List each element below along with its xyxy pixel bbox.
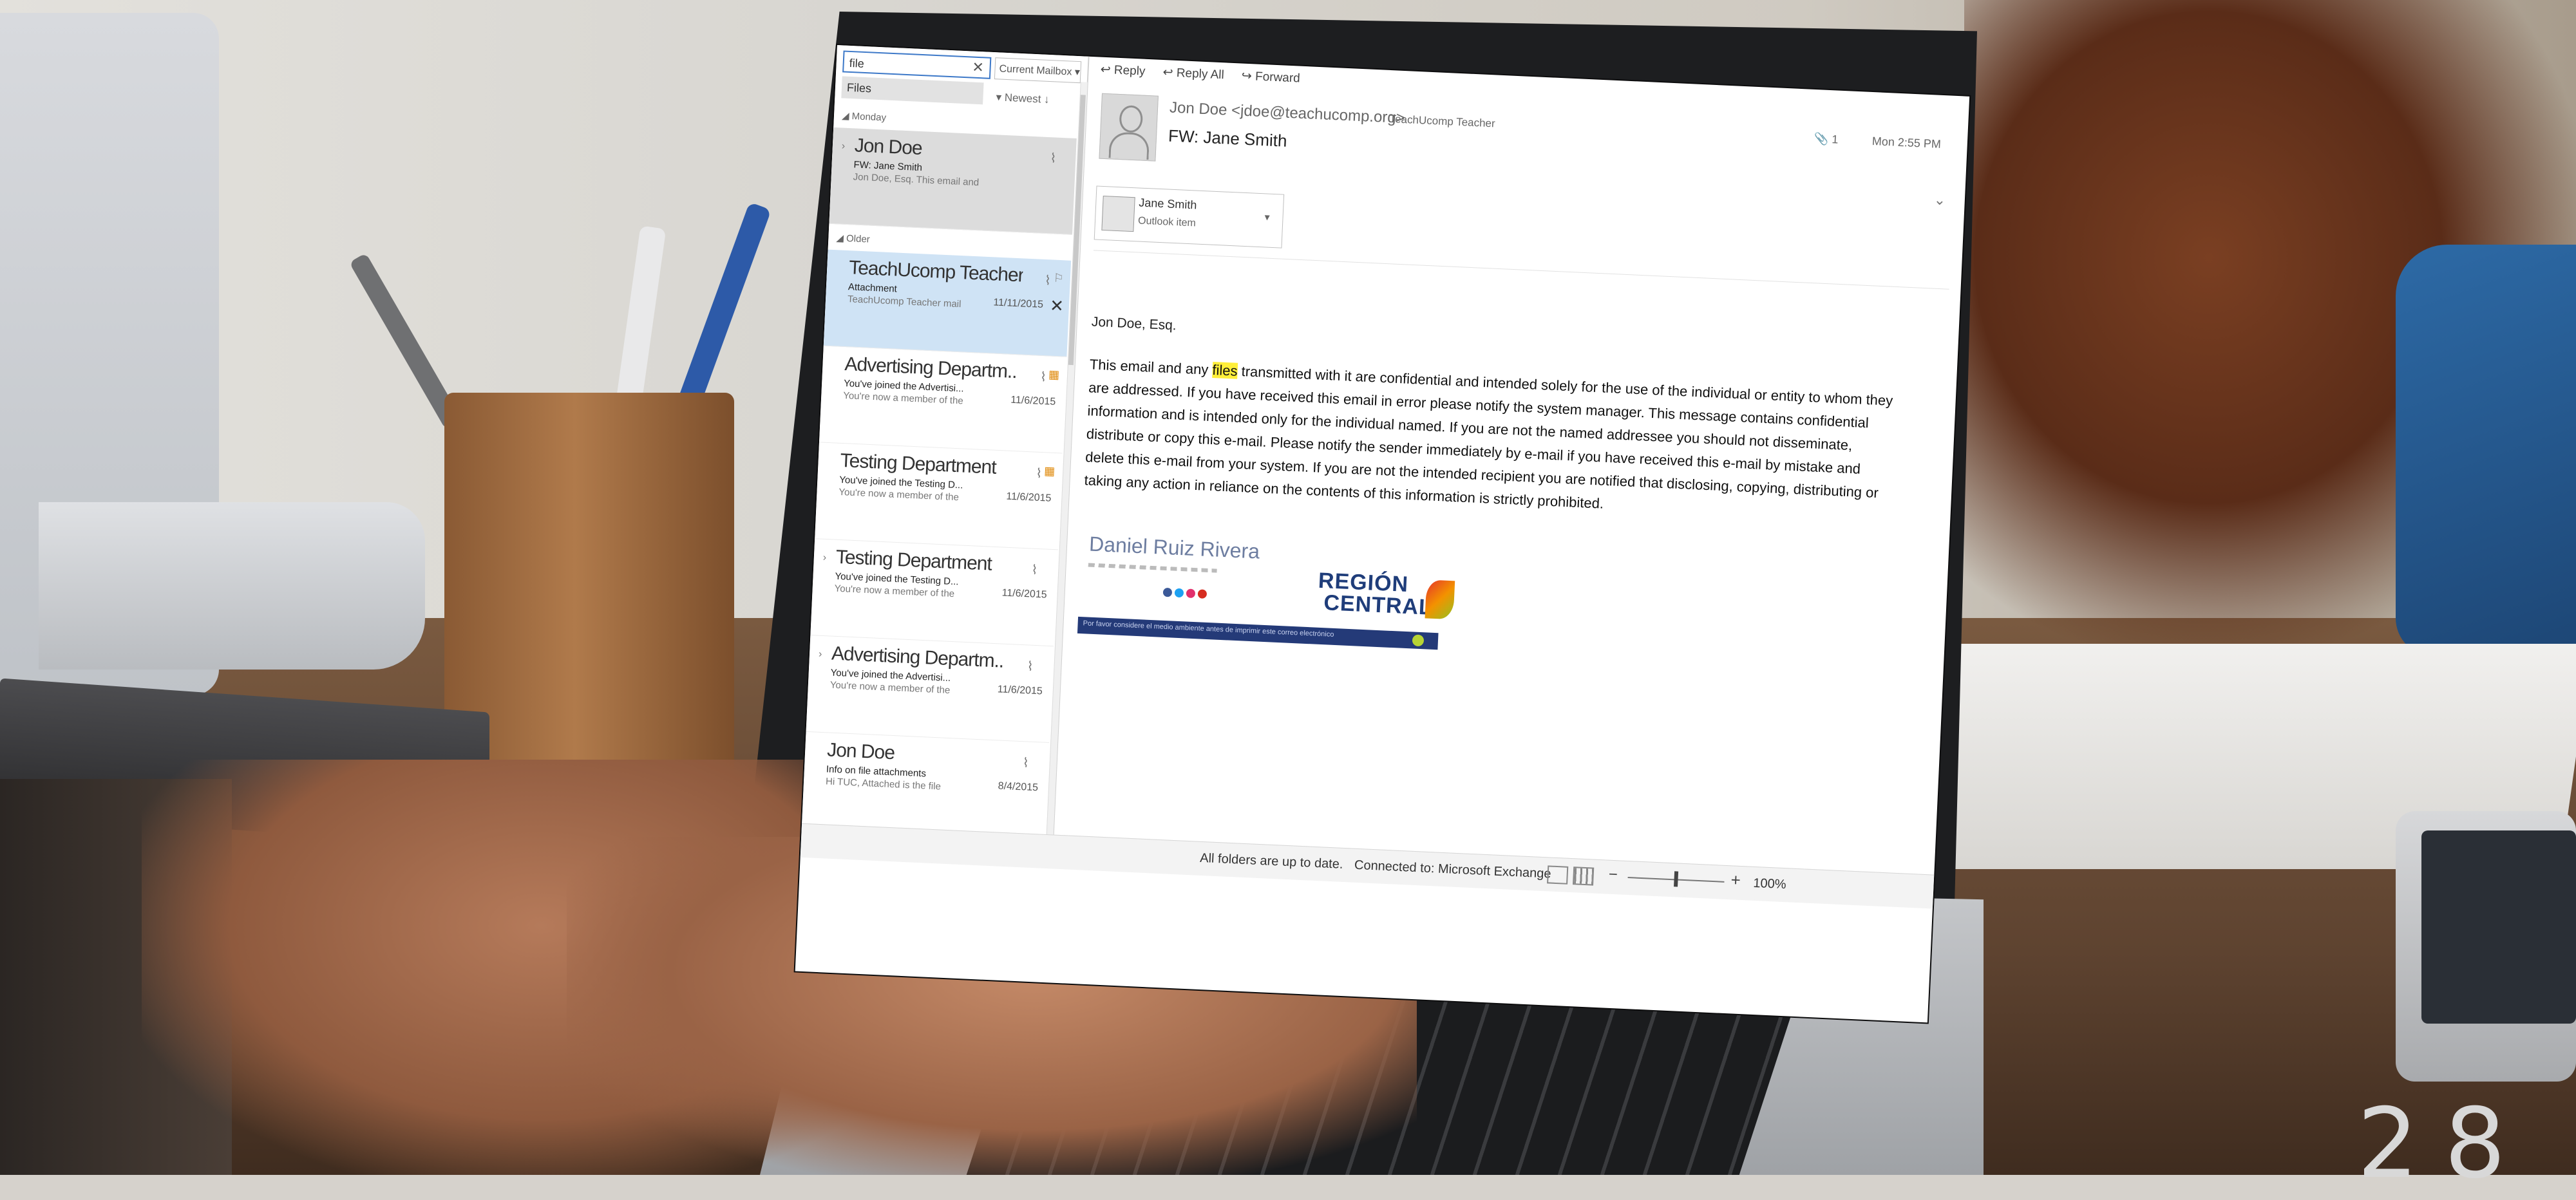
list-item[interactable]: › Advertising Departm... You've joined t… [806,635,1054,744]
reading-pane: ↩ Reply ↩ Reply All ↪ Forward Jon Doe <j… [1054,57,1969,875]
outlook-window: file ✕ Current Mailbox ▾ Files ▾ Newest … [795,45,1970,1023]
close-icon[interactable]: ✕ [968,56,989,79]
attachment-type: Outlook item [1137,215,1197,229]
email-signature: Daniel Ruiz Rivera REGIÓN CENTRAL Por fa… [1075,520,1494,687]
instagram-icon[interactable] [1186,588,1196,599]
header-divider [1093,250,1949,290]
zoom-slider-knob[interactable] [1674,871,1679,887]
reading-view-icon[interactable] [1573,867,1595,886]
list-item[interactable]: › Testing Department You've joined the T… [810,539,1058,647]
sender-address[interactable]: Jon Doe <jdoe@teachucomp.org> [1169,99,1406,128]
mail-date: 8/4/2015 [998,780,1039,794]
mail-date: 11/11/2015 [993,297,1044,310]
list-item[interactable]: Jon Doe Info on file attachments Hi TUC,… [801,731,1050,839]
signature-title-line [1088,563,1217,573]
attachment-chip[interactable]: Jane Smith Outlook item ▾ [1094,185,1285,248]
outlook-item-icon [1101,195,1135,232]
youtube-icon[interactable] [1197,589,1208,599]
zoom-level[interactable]: 100% [1753,876,1786,892]
attachment-name: Jane Smith [1138,196,1197,212]
message-date: Mon 2:55 PM [1871,135,1942,151]
mail-date: 11/6/2015 [1006,491,1052,504]
list-item[interactable]: › Jon Doe FW: Jane Smith Jon Doe, Esq. T… [829,127,1077,235]
sender-avatar [1099,93,1159,162]
message-list-pane: file ✕ Current Mailbox ▾ Files ▾ Newest … [801,45,1090,839]
region-central-logo: REGIÓN CENTRAL [1316,568,1461,633]
leaf-icon [1412,634,1425,647]
message-body: This email and any files transmitted wit… [1084,353,1901,529]
calendar-icon: ▦ [1043,464,1056,478]
chevron-right-icon: › [841,140,846,152]
recipient-name[interactable]: TeachUcomp Teacher [1389,113,1495,130]
search-highlight: files [1211,361,1238,379]
signature-footer-text: Por favor considere el medio ambiente an… [1083,619,1334,639]
paperclip-icon: ⌇ [1027,659,1034,674]
flag-icon[interactable]: ⚐ [1053,272,1064,286]
attachment-count: 📎 1 [1814,131,1839,146]
mail-date: 11/6/2015 [1010,394,1056,408]
message-greeting: Jon Doe, Esq. [1091,314,1177,333]
delete-icon[interactable]: ✕ [1049,295,1065,316]
forward-button[interactable]: ↪ Forward [1241,70,1300,86]
paperclip-icon: ⌇ [1031,563,1038,577]
person-body [1108,131,1150,160]
calendar-icon: ▦ [1048,368,1060,382]
person-icon [1119,105,1144,133]
chevron-down-icon[interactable]: ▾ [1264,211,1270,223]
imac-stand [39,502,425,670]
chevron-right-icon: › [822,552,827,564]
logo-swoosh [1425,579,1455,620]
search-scope-dropdown[interactable]: Current Mailbox ▾ [994,57,1082,84]
phone-screen [2421,830,2576,1024]
chevron-down-icon[interactable]: ⌄ [1933,192,1946,209]
zoom-out-icon[interactable]: − [1608,866,1618,885]
list-item[interactable]: TeachUcomp Teacher Attachment TeachUcomp… [823,249,1072,357]
twitter-icon[interactable] [1174,588,1184,598]
logo-line-2: CENTRAL [1323,590,1434,620]
search-suggestion[interactable]: Files [841,76,984,105]
group-header-monday[interactable]: ◢ Monday [842,109,887,123]
blue-sleeve [2396,245,2576,657]
paperclip-icon: ⌇ [1044,273,1052,288]
mail-date: 11/6/2015 [997,684,1043,697]
group-header-older[interactable]: ◢ Older [836,232,870,245]
body-text-rest: transmitted with it are confidential and… [1084,362,1893,512]
mail-date: 11/6/2015 [1001,587,1047,601]
reply-all-button[interactable]: ↩ Reply All [1162,66,1224,82]
paperclip-icon: ⌇ [1022,756,1030,771]
facebook-icon[interactable] [1162,587,1173,597]
sort-dropdown[interactable]: ▾ Newest ↓ [996,91,1050,106]
signature-name: Daniel Ruiz Rivera [1088,532,1260,563]
list-item[interactable]: Testing Department You've joined the Tes… [815,442,1063,550]
sync-status: All folders are up to date. [1199,850,1343,872]
normal-view-icon[interactable] [1547,865,1569,885]
page-number: 28 [2357,1088,2532,1200]
paperclip-icon: ⌇ [1050,151,1057,166]
list-item[interactable]: Advertising Departm... You've joined the… [819,346,1067,454]
connection-status: Connected to: Microsoft Exchange [1354,858,1551,881]
message-subject: FW: Jane Smith [1168,126,1288,151]
social-icons [1162,586,1209,603]
reply-button[interactable]: ↩ Reply [1100,63,1146,79]
message-toolbar: ↩ Reply ↩ Reply All ↪ Forward [1100,62,1314,87]
paperclip-icon: ⌇ [1039,370,1047,385]
paperclip-icon: ⌇ [1035,466,1043,482]
chevron-right-icon: › [818,648,822,660]
zoom-in-icon[interactable]: + [1730,870,1741,890]
body-text-start: This email and any [1089,356,1213,378]
